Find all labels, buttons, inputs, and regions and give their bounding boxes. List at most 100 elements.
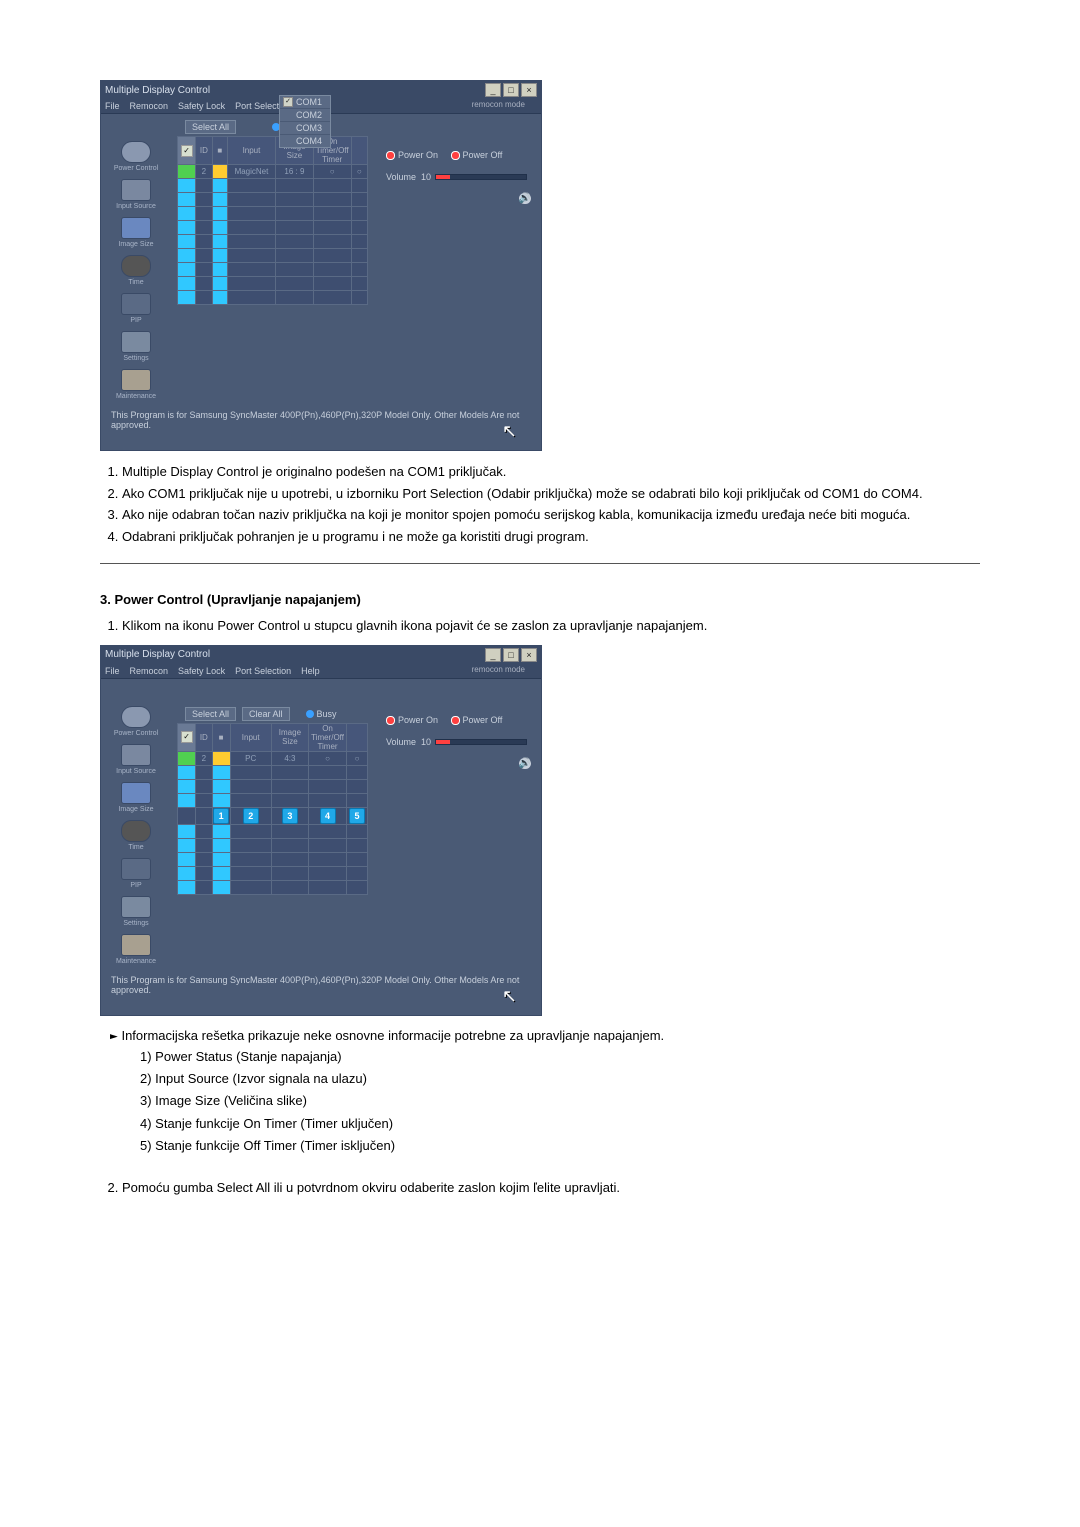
menubar: File Remocon Safety Lock Port Selection … bbox=[101, 664, 541, 679]
window-close-button[interactable]: × bbox=[521, 648, 537, 662]
clear-all-button[interactable]: Clear All bbox=[242, 707, 290, 721]
port-check-icon: ✓ bbox=[283, 97, 293, 107]
sidebar-item-settings[interactable]: Settings bbox=[101, 893, 171, 927]
power-on-radio[interactable]: Power On bbox=[386, 150, 438, 160]
sub-item: 2) Input Source (Izvor signala na ulazu) bbox=[140, 1068, 980, 1090]
radio-dot-icon bbox=[386, 151, 395, 160]
app-footer-text: This Program is for Samsung SyncMaster 4… bbox=[101, 404, 541, 450]
sub-item: 4) Stanje funkcije On Timer (Timer uklju… bbox=[140, 1113, 980, 1135]
window-maximize-button[interactable]: □ bbox=[503, 648, 519, 662]
sub-item: 3) Image Size (Veličina slike) bbox=[140, 1090, 980, 1112]
source-icon bbox=[121, 744, 151, 766]
menu-safety-lock[interactable]: Safety Lock bbox=[178, 666, 225, 676]
sidebar-item-pip[interactable]: PIP bbox=[101, 855, 171, 889]
sidebar-item-pip[interactable]: PIP bbox=[101, 290, 171, 324]
menu-port-selection[interactable]: Port Selection bbox=[235, 666, 291, 676]
titlebar: Multiple Display Control _ □ × bbox=[101, 646, 541, 664]
radio-dot-icon bbox=[451, 716, 460, 725]
port-selection-dropdown[interactable]: ✓ COM1 COM2 COM3 COM4 bbox=[279, 95, 331, 148]
port-option-com4[interactable]: COM4 bbox=[280, 135, 330, 147]
row-power-status bbox=[212, 165, 227, 179]
port-option-com2[interactable]: COM2 bbox=[280, 109, 330, 122]
table-row[interactable] bbox=[178, 277, 368, 291]
info-grid: ✓ ID ■ Input Image Size On Timer/Off Tim… bbox=[177, 723, 368, 895]
volume-slider[interactable] bbox=[435, 739, 527, 745]
grid-header-size: Image Size bbox=[271, 723, 308, 751]
menu-remocon[interactable]: Remocon bbox=[130, 666, 169, 676]
row-checkbox[interactable] bbox=[178, 165, 196, 179]
grid-header-select: ✓ bbox=[178, 137, 196, 165]
sidebar-item-time[interactable]: Time bbox=[101, 252, 171, 286]
table-row[interactable]: 2 MagicNet 16 : 9 ○ ○ bbox=[178, 165, 368, 179]
power-on-radio[interactable]: Power On bbox=[386, 715, 438, 725]
grid-header-input: Input bbox=[227, 137, 275, 165]
cursor-icon: ↖ bbox=[502, 421, 517, 442]
table-row[interactable] bbox=[178, 880, 368, 894]
select-all-button[interactable]: Select All bbox=[185, 707, 236, 721]
table-row[interactable] bbox=[178, 765, 368, 779]
time-icon bbox=[121, 255, 151, 277]
menu-help[interactable]: Help bbox=[301, 666, 320, 676]
callout-4: 4 bbox=[320, 808, 336, 824]
sidebar-item-image-size[interactable]: Image Size bbox=[101, 214, 171, 248]
table-row[interactable] bbox=[178, 263, 368, 277]
table-row[interactable] bbox=[178, 221, 368, 235]
power-off-radio[interactable]: Power Off bbox=[451, 715, 503, 725]
row-checkbox[interactable] bbox=[178, 751, 196, 765]
grid-header-timer: On Timer/Off Timer bbox=[309, 723, 347, 751]
sidebar-item-input-source[interactable]: Input Source bbox=[101, 176, 171, 210]
window-maximize-button[interactable]: □ bbox=[503, 83, 519, 97]
table-row[interactable] bbox=[178, 866, 368, 880]
volume-value: 10 bbox=[421, 172, 431, 182]
table-row[interactable] bbox=[178, 779, 368, 793]
sidebar-item-settings[interactable]: Settings bbox=[101, 328, 171, 362]
table-row[interactable] bbox=[178, 852, 368, 866]
sub-item: 1) Power Status (Stanje napajanja) bbox=[140, 1046, 980, 1068]
window-minimize-button[interactable]: _ bbox=[485, 648, 501, 662]
bullet-intro: ► Informacijska rešetka prikazuje neke o… bbox=[100, 1026, 980, 1047]
sidebar-item-time[interactable]: Time bbox=[101, 817, 171, 851]
window-minimize-button[interactable]: _ bbox=[485, 83, 501, 97]
menu-file[interactable]: File bbox=[105, 101, 120, 111]
table-row[interactable] bbox=[178, 838, 368, 852]
speaker-icon[interactable]: 🔊 bbox=[519, 193, 531, 204]
settings-icon bbox=[121, 331, 151, 353]
port-option-com3[interactable]: COM3 bbox=[280, 122, 330, 135]
pip-icon bbox=[121, 293, 151, 315]
window-close-button[interactable]: × bbox=[521, 83, 537, 97]
table-row[interactable]: 2 PC 4:3 ○ ○ bbox=[178, 751, 368, 765]
sidebar-item-image-size[interactable]: Image Size bbox=[101, 779, 171, 813]
table-row[interactable] bbox=[178, 235, 368, 249]
power-off-radio[interactable]: Power Off bbox=[451, 150, 503, 160]
sidebar-item-maintenance[interactable]: Maintenance bbox=[101, 931, 171, 965]
checkbox-icon[interactable]: ✓ bbox=[181, 731, 193, 743]
table-row[interactable] bbox=[178, 207, 368, 221]
select-all-button[interactable]: Select All bbox=[185, 120, 236, 134]
sidebar-item-power-control[interactable]: Power Control bbox=[101, 703, 171, 737]
menu-file[interactable]: File bbox=[105, 666, 120, 676]
port-option-com1[interactable]: ✓ COM1 bbox=[280, 96, 330, 109]
sidebar-item-power-control[interactable]: Power Control bbox=[101, 138, 171, 172]
table-row[interactable] bbox=[178, 193, 368, 207]
speaker-icon[interactable]: 🔊 bbox=[519, 758, 531, 769]
app-window-power-control: Multiple Display Control _ □ × File Remo… bbox=[100, 645, 542, 1016]
table-row[interactable] bbox=[178, 824, 368, 838]
maintenance-icon bbox=[121, 934, 151, 956]
power-icon bbox=[121, 141, 151, 163]
maintenance-icon bbox=[121, 369, 151, 391]
table-row[interactable] bbox=[178, 249, 368, 263]
sidebar-item-maintenance[interactable]: Maintenance bbox=[101, 366, 171, 400]
time-icon bbox=[121, 820, 151, 842]
table-row[interactable] bbox=[178, 291, 368, 305]
volume-label: Volume bbox=[386, 737, 416, 747]
menu-remocon[interactable]: Remocon bbox=[130, 101, 169, 111]
sidebar-item-input-source[interactable]: Input Source bbox=[101, 741, 171, 775]
main-panel: Select All Busy ✓ ID ■ Input Image Size … bbox=[171, 114, 541, 404]
menu-safety-lock[interactable]: Safety Lock bbox=[178, 101, 225, 111]
main-panel: Select All Clear All Busy ✓ ID ■ Input I… bbox=[171, 679, 541, 969]
checkbox-icon[interactable]: ✓ bbox=[181, 145, 193, 157]
table-row[interactable] bbox=[178, 793, 368, 807]
volume-slider[interactable] bbox=[435, 174, 527, 180]
table-row[interactable] bbox=[178, 179, 368, 193]
pip-icon bbox=[121, 858, 151, 880]
